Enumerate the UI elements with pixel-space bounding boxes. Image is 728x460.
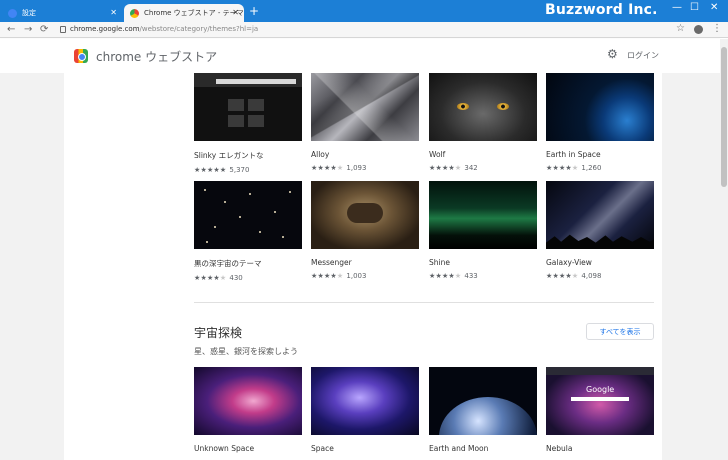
section-divider — [194, 302, 654, 303]
scrollbar-thumb[interactable] — [721, 47, 727, 187]
close-tab-icon[interactable]: ✕ — [110, 8, 117, 17]
rating-count: 1,260 — [581, 164, 602, 172]
rating-count: 433 — [464, 272, 478, 280]
close-window-button[interactable]: ✕ — [710, 2, 718, 13]
theme-thumbnail[interactable] — [311, 181, 419, 249]
theme-rating: ★★★★★ 5,370 — [194, 166, 302, 174]
settings-favicon-icon — [8, 8, 17, 18]
rating-stars-icon: ★★★★★ — [311, 164, 344, 172]
theme-name[interactable]: Earth in Space — [546, 150, 654, 159]
section-title: 宇宙探検 — [194, 326, 243, 340]
section-description: 星、惑星、銀河を探索しよう — [194, 347, 298, 356]
settings-gear-icon[interactable]: ⚙ — [607, 47, 618, 61]
theme-thumbnail[interactable] — [311, 367, 419, 435]
bookmark-star-icon[interactable]: ☆ — [676, 23, 685, 34]
url-path: /webstore/category/themes?hl=ja — [139, 25, 259, 33]
webstore-header: chrome ウェブストア ⚙ ログイン — [0, 39, 720, 73]
theme-name[interactable]: Galaxy-View — [546, 258, 654, 267]
google-logo-text: Google — [586, 385, 615, 394]
theme-rating: ★★★★★ 1,093 — [311, 164, 419, 172]
theme-name[interactable]: Alloy — [311, 150, 419, 159]
theme-name[interactable]: 黒の深宇宙のテーマ — [194, 258, 302, 269]
tab-label: Chrome ウェブストア - テーマ — [144, 9, 244, 17]
theme-card[interactable]: Galaxy-View ★★★★★ 4,098 — [546, 181, 654, 280]
reload-icon[interactable]: ⟳ — [40, 24, 48, 35]
theme-thumbnail[interactable] — [194, 181, 302, 249]
theme-rating: ★★★★★ 342 — [429, 164, 537, 172]
rating-stars-icon: ★★★★★ — [194, 274, 227, 282]
rating-count: 5,370 — [229, 166, 250, 174]
theme-name[interactable]: Nebula — [546, 444, 654, 453]
theme-thumbnail[interactable] — [194, 73, 302, 141]
tab-settings[interactable]: 設定 ✕ — [2, 4, 122, 22]
brand-label: Buzzword Inc. — [545, 2, 658, 18]
theme-name[interactable]: Earth and Moon — [429, 444, 537, 453]
webstore-title[interactable]: chrome ウェブストア — [96, 48, 217, 65]
theme-card[interactable]: Wolf ★★★★★ 342 — [429, 73, 537, 172]
theme-card[interactable]: Messenger ★★★★★ 1,003 — [311, 181, 419, 280]
theme-thumbnail[interactable]: Google — [546, 367, 654, 435]
show-all-button[interactable]: すべてを表示 — [586, 323, 654, 340]
theme-rating: ★★★★★ 430 — [194, 274, 302, 282]
rating-stars-icon: ★★★★★ — [546, 164, 579, 172]
theme-card[interactable]: Shine ★★★★★ 433 — [429, 181, 537, 280]
theme-rating: ★★★★★ 1,260 — [546, 164, 654, 172]
rating-stars-icon: ★★★★★ — [429, 164, 462, 172]
rating-stars-icon: ★★★★★ — [194, 166, 227, 174]
webstore-favicon-icon — [130, 8, 139, 18]
theme-thumbnail[interactable] — [546, 181, 654, 249]
rating-stars-icon: ★★★★★ — [429, 272, 462, 280]
theme-name[interactable]: Messenger — [311, 258, 419, 267]
rating-stars-icon: ★★★★★ — [546, 272, 579, 280]
minimize-button[interactable]: — — [672, 2, 682, 13]
window-titlebar: 設定 ✕ Chrome ウェブストア - テーマ ✕ + Buzzword In… — [0, 0, 728, 22]
theme-card[interactable]: Earth and Moon — [429, 367, 537, 453]
theme-thumbnail[interactable] — [429, 181, 537, 249]
theme-card[interactable]: 黒の深宇宙のテーマ ★★★★★ 430 — [194, 181, 302, 282]
theme-card[interactable]: Unknown Space — [194, 367, 302, 453]
rating-count: 342 — [464, 164, 478, 172]
theme-rating: ★★★★★ 1,003 — [311, 272, 419, 280]
theme-rating: ★★★★★ 433 — [429, 272, 537, 280]
theme-card[interactable]: Google Nebula — [546, 367, 654, 453]
page-background: Slinky エレガントな ★★★★★ 5,370 Alloy ★★★★★ 1,… — [0, 73, 720, 460]
theme-card[interactable]: Slinky エレガントな ★★★★★ 5,370 — [194, 73, 302, 174]
theme-thumbnail[interactable] — [194, 367, 302, 435]
lock-icon — [60, 26, 66, 33]
theme-name[interactable]: Wolf — [429, 150, 537, 159]
back-icon[interactable]: ← — [7, 24, 15, 35]
new-tab-button[interactable]: + — [249, 5, 261, 17]
tab-webstore[interactable]: Chrome ウェブストア - テーマ ✕ — [124, 4, 244, 22]
rating-count: 1,003 — [346, 272, 367, 280]
browser-toolbar: ← → ⟳ chrome.google.com/webstore/categor… — [0, 22, 728, 38]
webstore-logo-icon[interactable] — [74, 49, 88, 63]
tab-label: 設定 — [22, 9, 36, 17]
rating-stars-icon: ★★★★★ — [311, 272, 344, 280]
rating-count: 1,093 — [346, 164, 367, 172]
rating-count: 4,098 — [581, 272, 602, 280]
forward-icon[interactable]: → — [24, 24, 32, 35]
theme-thumbnail[interactable] — [429, 73, 537, 141]
menu-kebab-icon[interactable]: ⋮ — [712, 23, 722, 34]
url-host: chrome.google.com — [70, 25, 140, 33]
theme-rating: ★★★★★ 4,098 — [546, 272, 654, 280]
theme-name[interactable]: Unknown Space — [194, 444, 302, 453]
theme-thumbnail[interactable] — [546, 73, 654, 141]
theme-name[interactable]: Space — [311, 444, 419, 453]
theme-card[interactable]: Earth in Space ★★★★★ 1,260 — [546, 73, 654, 172]
rating-count: 430 — [229, 274, 243, 282]
maximize-button[interactable]: ☐ — [690, 2, 699, 13]
main-content: Slinky エレガントな ★★★★★ 5,370 Alloy ★★★★★ 1,… — [64, 73, 662, 460]
theme-thumbnail[interactable] — [429, 367, 537, 435]
profile-avatar-icon[interactable] — [694, 25, 703, 34]
theme-card[interactable]: Alloy ★★★★★ 1,093 — [311, 73, 419, 172]
theme-thumbnail[interactable] — [311, 73, 419, 141]
login-link[interactable]: ログイン — [627, 50, 659, 61]
address-bar[interactable]: chrome.google.com/webstore/category/them… — [70, 25, 258, 33]
close-tab-icon[interactable]: ✕ — [232, 8, 239, 17]
theme-name[interactable]: Shine — [429, 258, 537, 267]
theme-name[interactable]: Slinky エレガントな — [194, 150, 302, 161]
theme-card[interactable]: Space — [311, 367, 419, 453]
